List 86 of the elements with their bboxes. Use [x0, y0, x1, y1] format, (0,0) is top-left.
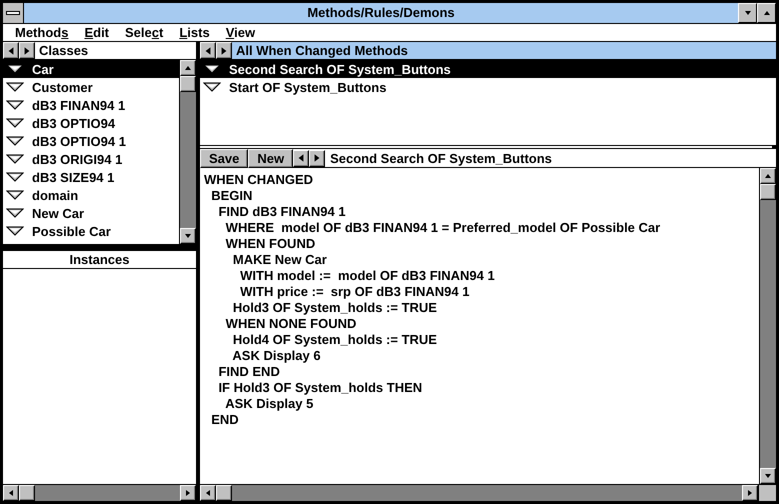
pane-title: All When Changed Methods [235, 43, 408, 58]
menu-item[interactable]: Select [117, 24, 172, 41]
scroll-right-button[interactable] [742, 485, 758, 501]
scrollbar-thumb[interactable] [760, 184, 776, 200]
code-line: ASK Display 6 [231, 348, 322, 364]
code-line: WHEN NONE FOUND [224, 316, 358, 332]
next-button[interactable] [216, 42, 232, 59]
item-label: dB3 FINAN94 1 [32, 98, 126, 112]
menu-item[interactable]: Methods [7, 24, 76, 41]
code-line: FIND END [217, 364, 281, 380]
item-label: domain [32, 188, 78, 202]
scroll-down-button[interactable] [180, 228, 196, 244]
window-title: Methods/Rules/Demons [306, 4, 456, 22]
triangle-icon [6, 208, 24, 218]
list-item[interactable]: Start OF System_Buttons [200, 78, 776, 96]
item-label: dB3 OPTIO94 1 [32, 134, 126, 148]
scrollbar-thumb[interactable] [216, 485, 232, 501]
next-button[interactable] [309, 150, 326, 166]
item-label: Customer [32, 80, 93, 94]
list-item[interactable]: New Car [3, 204, 179, 222]
scroll-up-button[interactable] [180, 60, 196, 76]
triangle-icon [6, 100, 24, 110]
menu-item[interactable]: Edit [76, 24, 118, 41]
triangle-icon [6, 82, 24, 92]
method-name: Second Search OF System_Buttons [329, 150, 552, 166]
triangle-icon [6, 118, 24, 128]
code-line: END [210, 412, 240, 428]
triangle-icon [6, 154, 24, 164]
code-line: WHEN CHANGED [204, 172, 314, 188]
list-item[interactable]: Second Search OF System_Buttons [200, 60, 776, 78]
pane-title: Instances [3, 251, 196, 269]
code-line: WHEN FOUND [224, 236, 316, 252]
item-label: dB3 OPTIO94 [32, 116, 116, 130]
triangle-icon [6, 190, 24, 200]
item-label: dB3 ORIGI94 1 [32, 152, 122, 166]
code-line: Hold4 OF System_holds := TRUE [232, 332, 438, 348]
minimize-button[interactable] [738, 3, 757, 23]
triangle-icon [203, 64, 221, 74]
scrollbar-thumb[interactable] [180, 76, 196, 92]
code-line: MAKE New Car [232, 252, 328, 268]
pane-title: Classes [38, 43, 88, 58]
list-item[interactable]: dB3 FINAN94 1 [3, 96, 179, 114]
code-line: ASK Display 5 [224, 396, 314, 412]
item-label: Second Search OF System_Buttons [229, 62, 451, 76]
triangle-icon [203, 82, 221, 92]
code-line: BEGIN [210, 188, 254, 204]
code-line: FIND dB3 FINAN94 1 [217, 204, 347, 220]
code-line: IF Hold3 OF System_holds THEN [217, 380, 424, 396]
triangle-icon [6, 136, 24, 146]
list-item[interactable]: dB3 ORIGI94 1 [3, 150, 179, 168]
previous-button[interactable] [200, 42, 216, 59]
triangle-icon [6, 64, 24, 74]
scroll-up-button[interactable] [760, 168, 776, 184]
system-menu-button[interactable] [3, 3, 24, 23]
maximize-button[interactable] [757, 3, 776, 23]
previous-button[interactable] [3, 42, 19, 59]
menu-item[interactable]: View [218, 24, 264, 41]
scroll-left-button[interactable] [200, 485, 216, 501]
list-item[interactable]: dB3 SIZE94 1 [3, 168, 179, 186]
scrollbar-thumb[interactable] [19, 485, 35, 501]
save-button[interactable]: Save [200, 148, 248, 168]
item-label: Car [32, 62, 54, 76]
scroll-left-button[interactable] [3, 485, 19, 501]
menu-item[interactable]: Lists [171, 24, 218, 41]
triangle-icon [6, 226, 24, 236]
previous-button[interactable] [293, 150, 310, 166]
list-item[interactable]: dB3 OPTIO94 [3, 114, 179, 132]
item-label: Possible Car [32, 224, 111, 238]
code-line: WHERE model OF dB3 FINAN94 1 = Preferred_model OF Possible Car [224, 220, 662, 236]
code-line: WITH model := model OF dB3 FINAN94 1 [239, 268, 496, 284]
triangle-icon [6, 172, 24, 182]
list-item[interactable]: Car [3, 60, 179, 78]
item-label: New Car [32, 206, 84, 220]
next-button[interactable] [19, 42, 35, 59]
item-label: Start OF System_Buttons [229, 80, 386, 94]
scroll-right-button[interactable] [180, 485, 196, 501]
code-line: WITH price := srp OF dB3 FINAN94 1 [239, 284, 470, 300]
dash-icon [6, 11, 20, 15]
item-label: dB3 SIZE94 1 [32, 170, 114, 184]
code-line: Hold3 OF System_holds := TRUE [232, 300, 438, 316]
scroll-down-button[interactable] [760, 468, 776, 484]
list-item[interactable]: Possible Car [3, 222, 179, 240]
list-item[interactable]: domain [3, 186, 179, 204]
new-button[interactable]: New [248, 148, 294, 168]
list-item[interactable]: dB3 OPTIO94 1 [3, 132, 179, 150]
list-item[interactable]: Customer [3, 78, 179, 96]
